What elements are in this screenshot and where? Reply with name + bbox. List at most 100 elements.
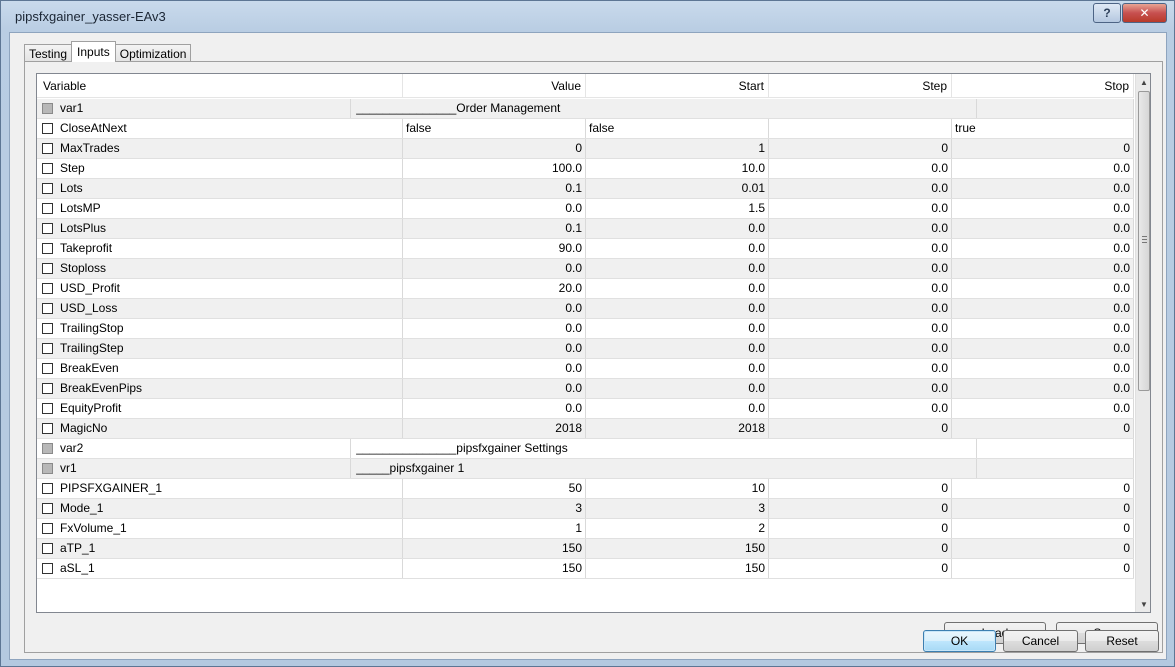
start-cell[interactable]: 0.0 — [586, 239, 769, 258]
optimize-checkbox[interactable] — [42, 263, 53, 274]
stop-cell[interactable]: 0.0 — [952, 239, 1134, 258]
table-row[interactable]: CloseAtNext false false true — [37, 119, 1134, 139]
stop-cell[interactable]: 0.0 — [952, 299, 1134, 318]
stop-cell[interactable]: 0 — [952, 479, 1134, 498]
table-row[interactable]: BreakEven 0.0 0.0 0.0 0.0 — [37, 359, 1134, 379]
table-row[interactable]: LotsPlus 0.1 0.0 0.0 0.0 — [37, 219, 1134, 239]
table-row[interactable]: FxVolume_1 1 2 0 0 — [37, 519, 1134, 539]
value-cell[interactable]: 0.0 — [403, 359, 586, 378]
value-cell[interactable]: 0.0 — [403, 319, 586, 338]
start-cell[interactable]: 0.0 — [586, 359, 769, 378]
step-cell[interactable]: 0.0 — [769, 279, 952, 298]
stop-cell[interactable]: 0.0 — [952, 319, 1134, 338]
optimize-checkbox[interactable] — [42, 323, 53, 334]
title-bar[interactable]: pipsfxgainer_yasser-EAv3 ? ✕ — [1, 1, 1174, 33]
value-cell[interactable]: 1 — [403, 519, 586, 538]
start-cell[interactable]: 0.0 — [586, 259, 769, 278]
step-cell[interactable]: 0.0 — [769, 259, 952, 278]
start-cell[interactable]: 150 — [586, 539, 769, 558]
value-cell[interactable]: 0.1 — [403, 179, 586, 198]
value-cell[interactable]: 2018 — [403, 419, 586, 438]
table-row[interactable]: USD_Profit 20.0 0.0 0.0 0.0 — [37, 279, 1134, 299]
tab-inputs[interactable]: Inputs — [71, 41, 116, 62]
value-cell[interactable]: 0.1 — [403, 219, 586, 238]
reset-button[interactable]: Reset — [1085, 630, 1159, 652]
start-cell[interactable]: 1.5 — [586, 199, 769, 218]
optimize-checkbox[interactable] — [42, 223, 53, 234]
table-row[interactable]: PIPSFXGAINER_1 50 10 0 0 — [37, 479, 1134, 499]
value-cell[interactable]: 100.0 — [403, 159, 586, 178]
stop-cell[interactable]: 0.0 — [952, 379, 1134, 398]
value-cell[interactable]: 90.0 — [403, 239, 586, 258]
table-row[interactable]: USD_Loss 0.0 0.0 0.0 0.0 — [37, 299, 1134, 319]
stop-cell[interactable]: 0.0 — [952, 279, 1134, 298]
step-cell[interactable]: 0 — [769, 139, 952, 158]
table-row[interactable]: aTP_1 150 150 0 0 — [37, 539, 1134, 559]
column-header-variable[interactable]: Variable — [37, 74, 403, 98]
step-cell[interactable]: 0.0 — [769, 379, 952, 398]
step-cell[interactable]: 0 — [769, 519, 952, 538]
stop-cell[interactable]: 0 — [952, 499, 1134, 518]
column-header-stop[interactable]: Stop — [952, 74, 1134, 98]
column-header-value[interactable]: Value — [403, 74, 586, 98]
ok-button[interactable]: OK — [923, 630, 996, 652]
stop-cell[interactable]: 0.0 — [952, 179, 1134, 198]
optimize-checkbox[interactable] — [42, 123, 53, 134]
value-cell[interactable]: 0.0 — [403, 259, 586, 278]
value-cell[interactable]: 0.0 — [403, 399, 586, 418]
start-cell[interactable]: 0.01 — [586, 179, 769, 198]
optimize-checkbox[interactable] — [42, 483, 53, 494]
optimize-checkbox[interactable] — [42, 183, 53, 194]
column-header-step[interactable]: Step — [769, 74, 952, 98]
optimize-checkbox[interactable] — [42, 303, 53, 314]
table-row[interactable]: var1 _______________Order Management — [37, 99, 1134, 119]
stop-cell[interactable]: 0 — [952, 539, 1134, 558]
table-row[interactable]: aSL_1 150 150 0 0 — [37, 559, 1134, 579]
column-header-start[interactable]: Start — [586, 74, 769, 98]
stop-cell[interactable]: 0 — [952, 559, 1134, 578]
step-cell[interactable] — [769, 119, 952, 138]
step-cell[interactable]: 0 — [769, 419, 952, 438]
start-cell[interactable]: 0.0 — [586, 299, 769, 318]
stop-cell[interactable]: 0.0 — [952, 159, 1134, 178]
value-cell[interactable]: 150 — [403, 559, 586, 578]
tab-testing[interactable]: Testing — [24, 44, 73, 62]
stop-cell[interactable]: 0.0 — [952, 259, 1134, 278]
tab-optimization[interactable]: Optimization — [114, 44, 192, 62]
step-cell[interactable]: 0.0 — [769, 339, 952, 358]
step-cell[interactable]: 0.0 — [769, 299, 952, 318]
optimize-checkbox[interactable] — [42, 163, 53, 174]
value-cell[interactable]: 20.0 — [403, 279, 586, 298]
value-cell[interactable]: 150 — [403, 539, 586, 558]
optimize-checkbox[interactable] — [42, 523, 53, 534]
value-cell[interactable]: 0.0 — [403, 199, 586, 218]
step-cell[interactable]: 0.0 — [769, 199, 952, 218]
step-cell[interactable]: 0.0 — [769, 159, 952, 178]
stop-cell[interactable]: 0 — [952, 519, 1134, 538]
table-row[interactable]: BreakEvenPips 0.0 0.0 0.0 0.0 — [37, 379, 1134, 399]
optimize-checkbox[interactable] — [42, 243, 53, 254]
step-cell[interactable]: 0.0 — [769, 179, 952, 198]
start-cell[interactable]: 10 — [586, 479, 769, 498]
optimize-checkbox[interactable] — [42, 343, 53, 354]
start-cell[interactable]: 2 — [586, 519, 769, 538]
optimize-checkbox[interactable] — [42, 143, 53, 154]
step-cell[interactable]: 0.0 — [769, 319, 952, 338]
stop-cell[interactable]: 0 — [952, 139, 1134, 158]
value-cell[interactable]: 0.0 — [403, 339, 586, 358]
scroll-up-icon[interactable]: ▲ — [1136, 74, 1150, 90]
optimize-checkbox[interactable] — [42, 283, 53, 294]
stop-cell[interactable]: 0.0 — [952, 199, 1134, 218]
start-cell[interactable]: 1 — [586, 139, 769, 158]
start-cell[interactable]: 0.0 — [586, 339, 769, 358]
table-row[interactable]: TrailingStop 0.0 0.0 0.0 0.0 — [37, 319, 1134, 339]
start-cell[interactable]: 0.0 — [586, 379, 769, 398]
optimize-checkbox[interactable] — [42, 363, 53, 374]
table-row[interactable]: Step 100.0 10.0 0.0 0.0 — [37, 159, 1134, 179]
step-cell[interactable]: 0.0 — [769, 219, 952, 238]
table-row[interactable]: TrailingStep 0.0 0.0 0.0 0.0 — [37, 339, 1134, 359]
start-cell[interactable]: 3 — [586, 499, 769, 518]
step-cell[interactable]: 0.0 — [769, 359, 952, 378]
table-row[interactable]: Stoploss 0.0 0.0 0.0 0.0 — [37, 259, 1134, 279]
value-cell[interactable]: 3 — [403, 499, 586, 518]
